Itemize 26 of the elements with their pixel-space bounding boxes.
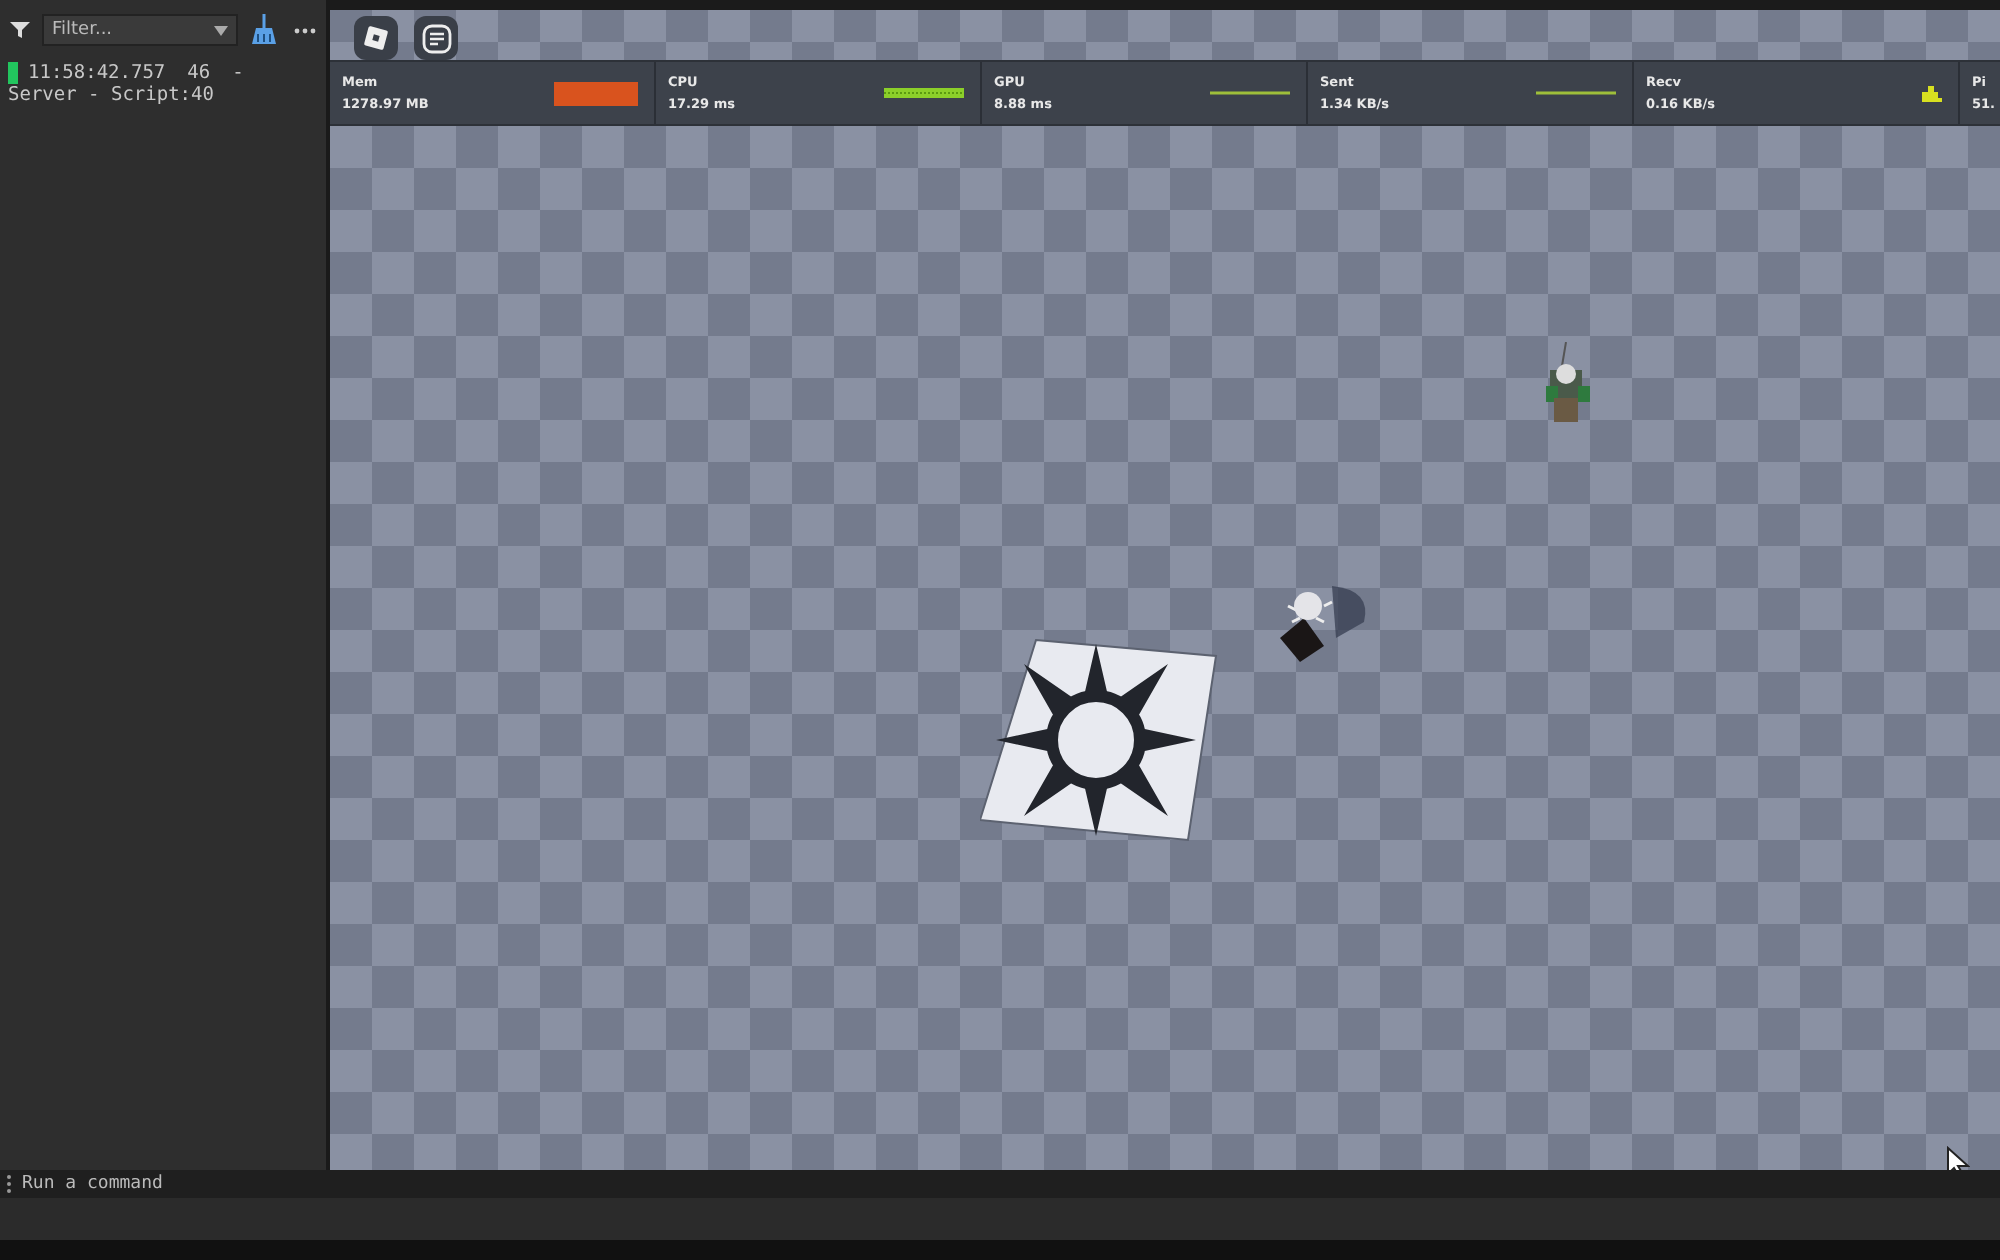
timestamp: 11:58:42.757 xyxy=(28,62,166,84)
menu-button[interactable] xyxy=(354,16,398,60)
more-icon xyxy=(294,27,316,33)
memory-bar-graph xyxy=(554,81,638,105)
clear-button[interactable] xyxy=(246,12,282,48)
filter-input[interactable]: Filter... xyxy=(52,20,210,40)
filter-field[interactable]: Filter... xyxy=(42,14,238,46)
log-source: Server - Script:40 xyxy=(8,84,216,106)
broom-icon xyxy=(250,14,278,46)
grip-icon xyxy=(6,1174,12,1194)
more-button[interactable] xyxy=(290,25,320,35)
sparkline-graph xyxy=(884,88,964,98)
tilted-square-logo-icon xyxy=(362,24,390,52)
chat-button[interactable] xyxy=(414,16,458,60)
cursor-icon xyxy=(1946,1146,1970,1170)
separator-text: - xyxy=(232,62,244,84)
spike-graph xyxy=(1922,85,1942,101)
command-field[interactable]: Run a command xyxy=(0,1170,2000,1198)
line-graph xyxy=(1536,90,1616,96)
caret-icon xyxy=(214,25,228,35)
filter-icon xyxy=(10,20,30,40)
line-graph xyxy=(1210,90,1290,96)
repeat-count: 46 xyxy=(187,62,211,84)
filter-button[interactable] xyxy=(6,18,34,42)
command-input[interactable]: Run a command xyxy=(22,1174,1994,1194)
chat-icon xyxy=(421,23,451,53)
